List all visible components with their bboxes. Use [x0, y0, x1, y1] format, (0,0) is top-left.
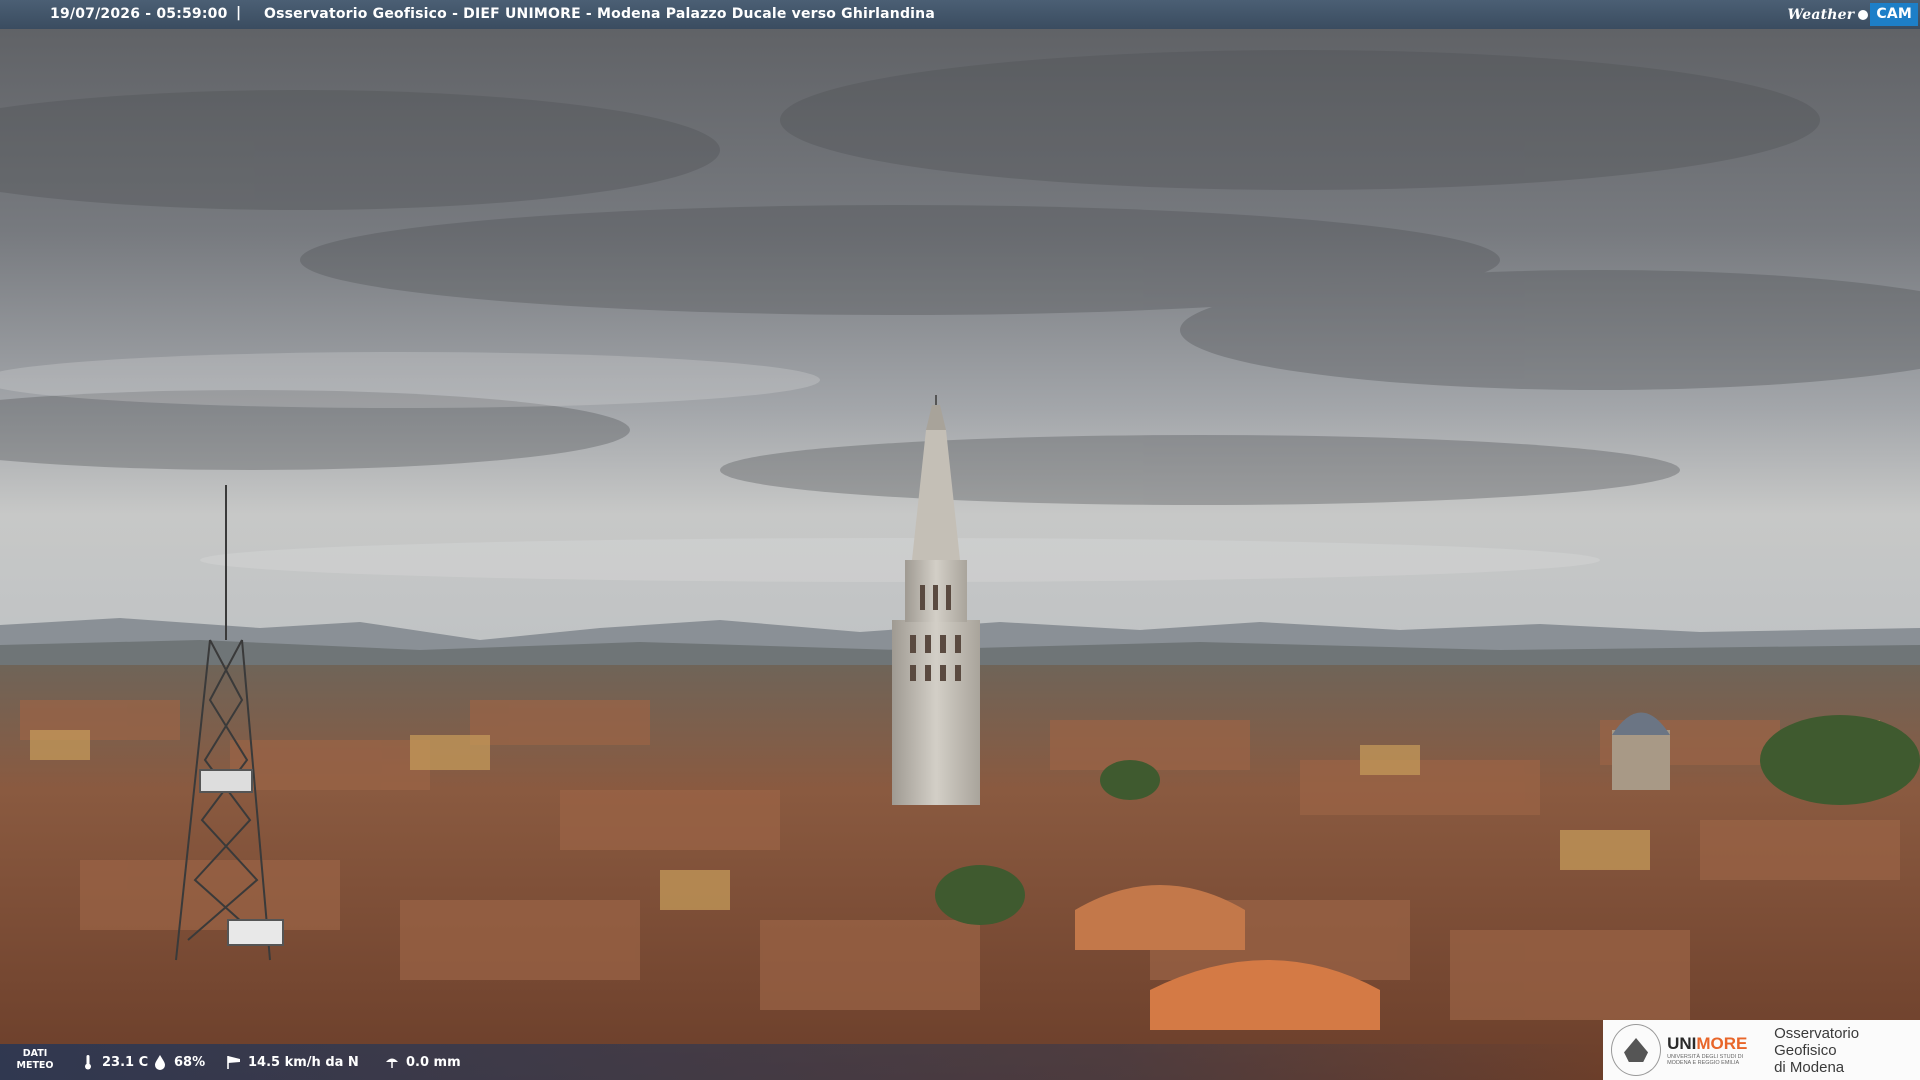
unimore-wordmark: UNIMORE UNIVERSITÀ DEGLI STUDI DI MODENA…: [1667, 1034, 1762, 1066]
camera-title: Osservatorio Geofisico - DIEF UNIMORE - …: [264, 6, 935, 22]
university-seal-icon: [1611, 1024, 1662, 1076]
unimore-more: MORE: [1696, 1034, 1748, 1053]
webcam-scene: [0, 0, 1920, 1080]
unimore-uni: UNI: [1667, 1034, 1697, 1053]
observatory-line2: di Modena: [1774, 1058, 1845, 1076]
timestamp: 19/07/2026 - 05:59:00: [50, 6, 228, 22]
meteo-label: DATI METEO: [8, 1048, 62, 1072]
rain-reading: 0.0 mm: [384, 1054, 461, 1070]
meteo-strip: DATI METEO 23.1 C 68% 14.5 km/h da N 0.0…: [0, 1044, 1600, 1080]
weathercam-dot-icon: [1858, 9, 1869, 20]
temperature-reading: 23.1 C: [80, 1054, 148, 1070]
unimore-subtitle: UNIVERSITÀ DEGLI STUDI DI MODENA E REGGI…: [1667, 1054, 1744, 1066]
meteo-label-line2: METEO: [16, 1060, 54, 1071]
weathercam-cam: CAM: [1870, 3, 1918, 26]
weathercam-logo: Weather CAM: [1787, 0, 1920, 29]
weathercam-word: Weather: [1787, 6, 1855, 23]
rain-value: 0.0 mm: [406, 1054, 461, 1070]
humidity-reading: 68%: [152, 1054, 205, 1070]
humidity-value: 68%: [174, 1054, 206, 1070]
wind-reading: 14.5 km/h da N: [226, 1054, 359, 1070]
meteo-label-line1: DATI: [22, 1048, 48, 1059]
temperature-value: 23.1 C: [102, 1054, 149, 1070]
thermometer-icon: [85, 1055, 91, 1070]
observatory-name: Osservatorio Geofisico di Modena: [1774, 1025, 1920, 1076]
unimore-logo-panel: UNIMORE UNIVERSITÀ DEGLI STUDI DI MODENA…: [1603, 1020, 1920, 1080]
wind-value: 14.5 km/h da N: [248, 1054, 359, 1070]
wind-sock-icon: [227, 1056, 240, 1069]
camera-banner: 19/07/2026 - 05:59:00 | Osservatorio Geo…: [0, 0, 1920, 29]
humidity-drop-icon: [155, 1055, 165, 1070]
banner-separator: |: [236, 5, 242, 21]
rain-gauge-icon: [386, 1058, 398, 1068]
observatory-line1: Osservatorio Geofisico: [1774, 1024, 1860, 1059]
